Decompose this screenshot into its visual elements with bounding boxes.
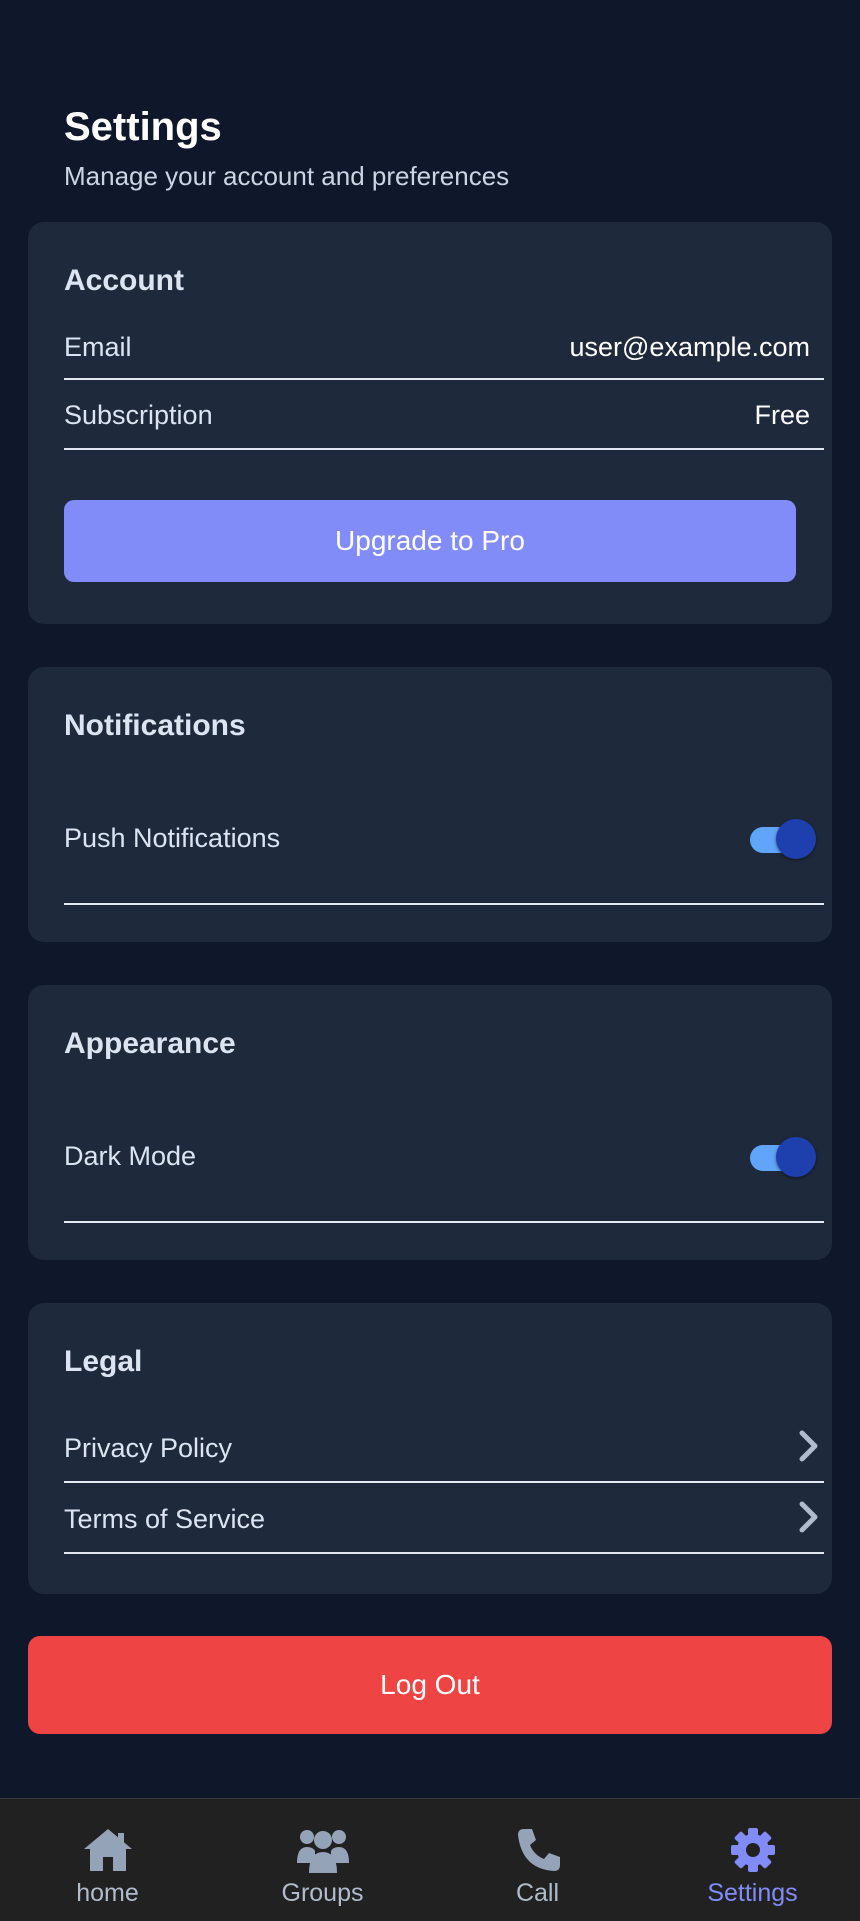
subscription-label: Subscription [64,400,213,430]
nav-label-call: Call [515,1879,560,1907]
legal-section-title: Legal [64,1345,143,1378]
email-label: Email [64,332,132,362]
subscription-row: Subscription Free [64,380,824,450]
push-notifications-row: Push Notifications [64,763,824,905]
legal-card: Legal Privacy Policy Terms of Service [28,1303,832,1594]
dark-mode-toggle[interactable] [750,1137,816,1177]
bottom-navigation: home Groups Call Settings [0,1798,860,1921]
page-title: Settings [64,105,222,149]
notifications-section-title: Notifications [64,709,246,742]
upgrade-to-pro-button[interactable]: Upgrade to Pro [64,500,796,582]
subscription-value: Free [754,400,810,430]
page-subtitle: Manage your account and preferences [64,161,510,191]
terms-of-service-row[interactable]: Terms of Service [64,1483,824,1554]
nav-label-home: home [76,1879,139,1907]
dark-mode-row: Dark Mode [64,1081,824,1223]
email-row: Email user@example.com [64,318,824,380]
email-value: user@example.com [569,332,811,362]
chevron-right-icon [799,1430,818,1462]
push-notifications-toggle[interactable] [750,819,816,859]
toggle-knob [776,819,816,859]
dark-mode-label: Dark Mode [64,1141,197,1171]
nav-item-settings[interactable]: Settings [645,1799,860,1921]
nav-label-settings: Settings [707,1879,798,1907]
gear-icon [730,1828,775,1872]
nav-item-home[interactable]: home [0,1799,215,1921]
account-card: Account Email user@example.com Subscript… [28,222,832,624]
push-notifications-label: Push Notifications [64,823,281,853]
account-section-title: Account [64,264,184,297]
nav-item-call[interactable]: Call [430,1799,645,1921]
nav-label-groups: Groups [281,1879,364,1907]
home-icon [83,1829,132,1871]
notifications-card: Notifications Push Notifications [28,667,832,942]
privacy-policy-row[interactable]: Privacy Policy [64,1399,824,1483]
chevron-right-icon [799,1501,818,1533]
toggle-knob [776,1137,816,1177]
page-header: Settings Manage your account and prefere… [64,100,509,194]
privacy-policy-label: Privacy Policy [64,1433,233,1463]
log-out-button[interactable]: Log Out [28,1636,832,1734]
appearance-section-title: Appearance [64,1027,236,1060]
phone-icon [517,1829,560,1871]
terms-of-service-label: Terms of Service [64,1504,266,1534]
groups-icon [296,1830,349,1873]
nav-item-groups[interactable]: Groups [215,1799,430,1921]
appearance-card: Appearance Dark Mode [28,985,832,1260]
